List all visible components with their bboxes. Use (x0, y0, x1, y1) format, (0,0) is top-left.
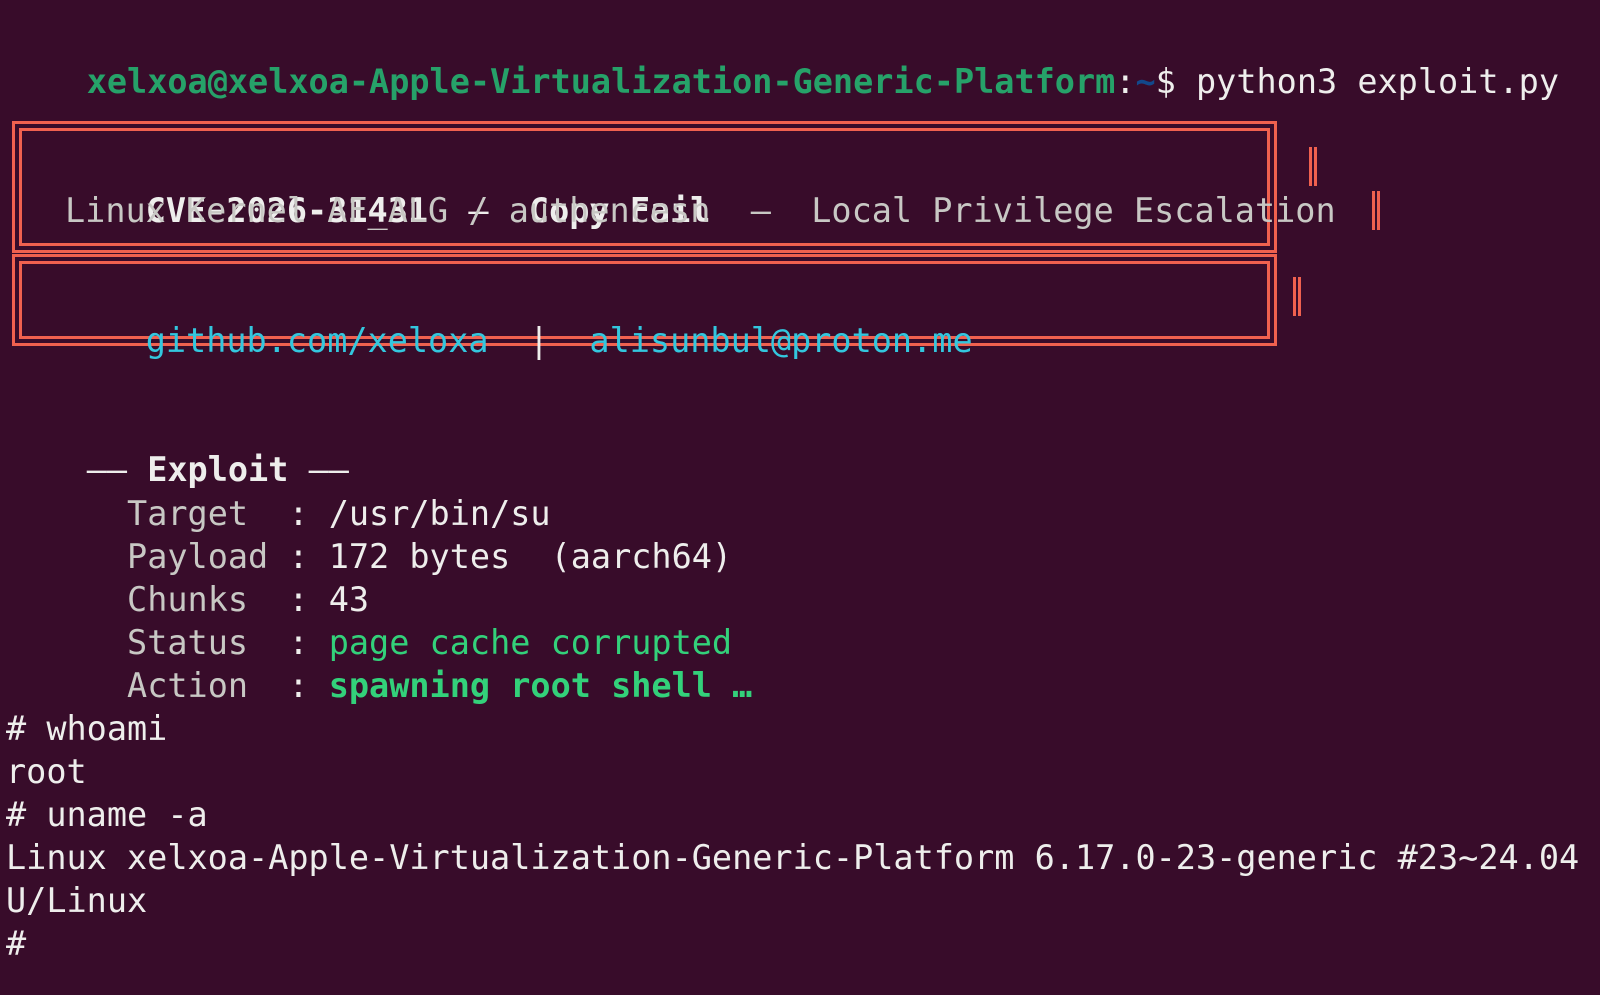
exploit-row-action: Action : spawning root shell … (6, 620, 752, 705)
row-value: spawning root shell … (328, 665, 753, 705)
shell-root-prompt[interactable]: # (6, 922, 26, 966)
stray-border-line (1293, 277, 1296, 316)
exploit-row-chunks: Chunks : 43 (6, 534, 369, 619)
banner-subtitle: Linux Kernel AF_ALG / authencesn — Local… (65, 191, 1336, 230)
prompt-dollar: $ (1155, 61, 1176, 101)
terminal-window[interactable]: xelxoa@xelxoa-Apple-Virtualization-Gener… (6, 0, 1600, 995)
email-link[interactable]: alisunbul@proton.me (589, 321, 972, 360)
shell-line-whoami: # whoami (6, 709, 168, 748)
github-link[interactable]: github.com/xeloxa (146, 321, 489, 360)
prompt-colon: : (1115, 61, 1136, 101)
banner-contact-line: github.com/xeloxa | alisunbul@proton.me (65, 275, 973, 360)
stray-border-line (1314, 147, 1317, 186)
shell-output-root: root (6, 752, 87, 791)
shell-output-uname-wrap: U/Linux (6, 881, 148, 920)
stray-border-line (1372, 191, 1375, 230)
contact-separator: | (488, 320, 590, 360)
stray-border-line (1309, 147, 1312, 186)
row-value: 172 bytes (aarch64) (328, 536, 733, 576)
prompt-command: python3 exploit.py (1175, 61, 1560, 101)
exploit-section-header: —— Exploit —— (6, 404, 349, 489)
prompt-user-host: xelxoa@xelxoa-Apple-Virtualization-Gener… (86, 61, 1116, 101)
shell-prompt-line: xelxoa@xelxoa-Apple-Virtualization-Gener… (6, 16, 1559, 101)
prompt-path: ~ (1135, 61, 1156, 101)
banner-title-line: CVE-2026-31431 — Copy Fail (65, 145, 711, 230)
stray-border-line (1298, 277, 1301, 316)
shell-output-uname: Linux xelxoa-Apple-Virtualization-Generi… (6, 838, 1580, 877)
stray-border-line (1377, 191, 1380, 230)
row-sep: : (288, 665, 329, 705)
exploit-row-payload: Payload : 172 bytes (aarch64) (6, 491, 732, 576)
exploit-row-target: Target : /usr/bin/su (6, 448, 551, 533)
row-key: Action (86, 665, 289, 705)
shell-line-uname: # uname -a (6, 795, 208, 834)
exploit-row-status: Status : page cache corrupted (6, 577, 732, 662)
